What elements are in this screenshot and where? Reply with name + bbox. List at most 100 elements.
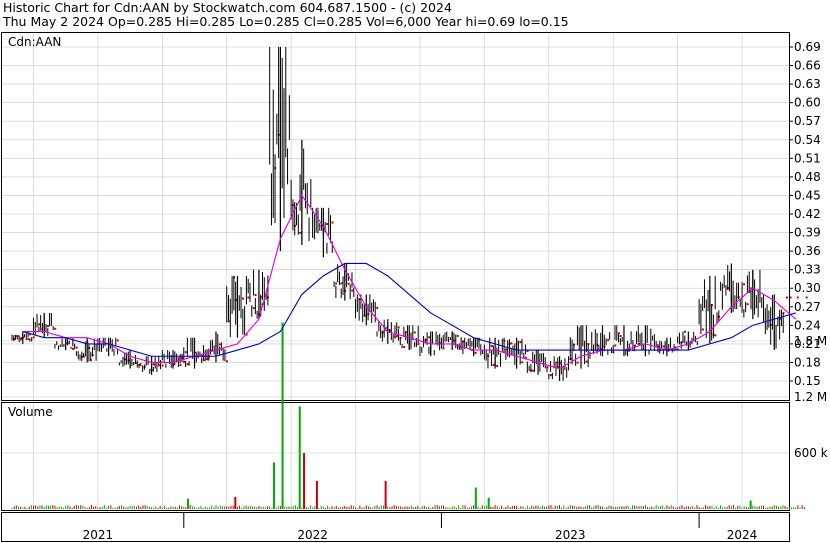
stock-chart: 0.69 0.66 0.63 0.60 0.57 0.54 0.51 0.48 0.45 0.42… (1, 32, 828, 542)
price-tick-label: 0.66 (794, 59, 821, 73)
price-tick-label: 0.42 (794, 207, 821, 221)
down-day-marker (254, 294, 257, 297)
down-day-marker (161, 364, 164, 367)
price-tick-label: 0.63 (794, 77, 821, 91)
down-day-marker (326, 223, 329, 226)
down-day-marker (496, 364, 499, 367)
price-panel-frame (1, 32, 790, 401)
volume-tick-label: 600 k (794, 446, 828, 460)
price-tick-label: 0.30 (794, 281, 821, 295)
down-day-marker (743, 283, 746, 286)
date-axis-frame (1, 512, 790, 542)
year-tick-label: 2021 (83, 528, 114, 542)
volume-axis: 1.8 M 1.2 M 600 k (794, 334, 828, 460)
down-day-marker (351, 289, 354, 292)
down-day-marker (184, 351, 187, 354)
price-tick-label: 0.39 (794, 226, 821, 240)
down-day-marker (789, 296, 792, 299)
down-day-marker (247, 296, 250, 299)
down-day-marker (397, 326, 400, 329)
down-day-marker (75, 346, 78, 349)
down-day-marker (442, 347, 445, 350)
down-day-marker (701, 328, 704, 331)
volume-tick-label: 1.8 M (794, 334, 827, 348)
down-day-marker (179, 364, 182, 367)
down-day-marker (521, 361, 524, 364)
down-day-marker (619, 335, 622, 338)
down-day-marker (72, 347, 75, 350)
price-tick-label: 0.27 (794, 300, 821, 314)
year-tick-label: 2024 (727, 528, 758, 542)
down-day-marker (555, 361, 558, 364)
down-day-marker (186, 363, 189, 366)
down-day-marker (617, 332, 620, 335)
down-day-marker (546, 366, 549, 369)
down-day-marker (38, 323, 41, 326)
down-day-marker (403, 346, 406, 349)
down-day-marker (428, 336, 431, 339)
down-day-marker (413, 331, 416, 334)
down-day-marker (714, 334, 717, 337)
down-day-marker (456, 334, 459, 337)
down-day-marker (796, 296, 799, 299)
down-day-marker (746, 303, 749, 306)
down-day-marker (662, 345, 665, 348)
down-day-marker (331, 221, 334, 224)
down-day-marker (242, 297, 245, 300)
price-tick-label: 0.18 (794, 355, 821, 369)
down-day-marker (39, 328, 42, 331)
down-day-marker (490, 344, 493, 347)
down-day-marker (54, 327, 57, 330)
down-day-marker (510, 342, 513, 345)
price-tick-label: 0.69 (794, 40, 821, 54)
year-tick-label: 2023 (555, 528, 586, 542)
price-tick-label: 0.60 (794, 96, 821, 110)
down-day-marker (299, 231, 302, 234)
down-day-marker (395, 334, 398, 337)
down-day-marker (394, 336, 397, 339)
down-day-marker (218, 343, 221, 346)
down-day-marker (492, 363, 495, 366)
volume-panel-frame (1, 402, 790, 511)
year-tick-label: 2022 (297, 528, 328, 542)
down-day-marker (252, 307, 255, 310)
down-day-marker (805, 296, 808, 299)
down-day-marker (637, 342, 640, 345)
down-day-marker (576, 361, 579, 364)
price-tick-label: 0.48 (794, 170, 821, 184)
price-tick-label: 0.33 (794, 263, 821, 277)
down-day-marker (32, 336, 35, 339)
grid-lines (2, 33, 789, 510)
volume-panel-title: Volume (8, 405, 53, 419)
date-axis: 2021 2022 2023 2024 (83, 513, 758, 542)
price-panel-title: Cdn:AAN (8, 35, 61, 49)
down-day-marker (116, 339, 119, 342)
down-day-marker (335, 282, 338, 285)
price-tick-label: 0.45 (794, 188, 821, 202)
down-day-marker (505, 348, 508, 351)
price-tick-label: 0.51 (794, 151, 821, 165)
down-day-marker (225, 360, 228, 363)
down-day-marker (27, 337, 30, 340)
down-day-marker (16, 335, 19, 338)
volume-tick-label: 1.2 M (794, 390, 827, 404)
down-day-marker (417, 343, 420, 346)
down-day-marker (614, 344, 617, 347)
down-day-marker (585, 360, 588, 363)
down-day-marker (549, 374, 552, 377)
down-day-marker (519, 341, 522, 344)
price-tick-label: 0.54 (794, 133, 821, 147)
down-day-marker (376, 306, 379, 309)
down-day-marker (607, 339, 610, 342)
down-day-marker (46, 325, 49, 328)
down-day-marker (474, 351, 477, 354)
down-day-marker (684, 330, 687, 333)
price-tick-label: 0.24 (794, 318, 821, 332)
price-tick-label: 0.15 (794, 374, 821, 388)
down-day-marker (340, 282, 343, 285)
price-tick-label: 0.36 (794, 244, 821, 258)
price-tick-label: 0.57 (794, 114, 821, 128)
down-day-marker (182, 360, 185, 363)
down-day-marker (587, 343, 590, 346)
down-day-marker (531, 369, 534, 372)
